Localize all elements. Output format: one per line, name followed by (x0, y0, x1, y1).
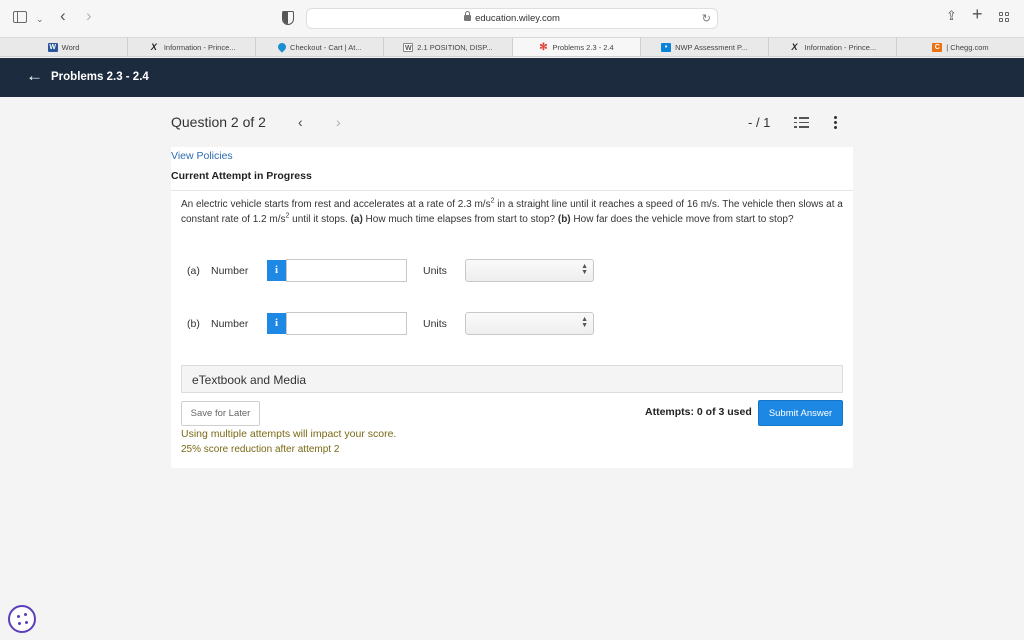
save-for-later-button[interactable]: Save for Later (181, 401, 260, 426)
question-panel: View Policies Current Attempt in Progres… (171, 147, 853, 468)
submit-answer-button[interactable]: Submit Answer (758, 400, 843, 426)
units-select-a[interactable]: ▲ ▼ (465, 259, 594, 282)
answer-label: (a) (187, 265, 200, 277)
tab-label: Checkout - Cart | At... (290, 42, 362, 52)
score-reduction-note: 25% score reduction after attempt 2 (181, 444, 340, 455)
divider (171, 190, 853, 191)
page-title: Problems 2.3 - 2.4 (51, 71, 149, 83)
question-text: An electric vehicle starts from rest and… (181, 197, 846, 227)
answer-row-a: (a) Number i Units ▲ ▼ (187, 259, 687, 282)
select-arrows-icon: ▲ ▼ (581, 263, 588, 276)
tab-label: Information - Prince... (163, 42, 236, 52)
xf-icon: X (150, 41, 157, 52)
info-button[interactable]: i (267, 313, 286, 334)
tab-label: Information - Prince... (804, 42, 877, 52)
tab-problems[interactable]: ✻ Problems 2.3 - 2.4 (512, 38, 641, 56)
back-icon[interactable]: ‹ (60, 7, 66, 24)
new-tab-icon[interactable]: + (972, 5, 983, 23)
tab-word[interactable]: W Word (0, 38, 129, 56)
cookie-settings-icon[interactable] (8, 605, 36, 633)
sidebar-toggle-icon[interactable] (13, 11, 27, 23)
question-text-segment: An electric vehicle starts from rest and… (181, 199, 491, 210)
attempts-warning: Using multiple attempts will impact your… (181, 428, 397, 440)
tab-label: 2.1 POSITION, DISP... (417, 42, 493, 52)
answer-type-label: Number (211, 318, 249, 330)
question-part-label: (a) (350, 214, 363, 225)
reload-icon[interactable]: ↻ (702, 12, 711, 25)
gear-icon: ✻ (539, 41, 548, 53)
nwp-icon: • (661, 42, 672, 52)
question-list-icon[interactable] (794, 116, 809, 129)
answer-type-label: Number (211, 265, 249, 277)
number-input-a[interactable] (286, 259, 407, 282)
question-counter: Question 2 of 2 (171, 114, 266, 130)
question-part-label: (b) (557, 214, 571, 225)
word-icon: W (47, 42, 58, 52)
app-header: ← Problems 2.3 - 2.4 (0, 58, 1024, 97)
tab-overview-icon[interactable] (999, 12, 1010, 23)
number-input-b[interactable] (286, 312, 407, 335)
tab-information-prince[interactable]: X Information - Prince... (128, 38, 257, 56)
chevron-down-icon[interactable]: ⌄ (36, 12, 44, 26)
next-question-icon[interactable]: › (336, 114, 341, 130)
arrow-left-icon[interactable]: ← (26, 67, 43, 84)
answer-row-b: (b) Number i Units ▲ ▼ (187, 312, 687, 335)
previous-question-icon[interactable]: ‹ (298, 114, 303, 130)
question-text-segment: until it stops. (289, 214, 351, 225)
tab-strip: W Word X Information - Prince... Checkout … (0, 37, 1024, 57)
units-label: Units (423, 318, 447, 330)
tab-label: Problems 2.3 - 2.4 (552, 42, 614, 52)
attempt-heading: Current Attempt in Progress (171, 170, 312, 182)
drop-icon (276, 41, 288, 53)
tab-chegg[interactable]: C | Chegg.com (897, 38, 1024, 56)
units-select-b[interactable]: ▲ ▼ (465, 312, 594, 335)
tab-label: | Chegg.com (946, 42, 989, 52)
units-label: Units (423, 265, 447, 277)
forward-icon[interactable]: › (86, 7, 92, 24)
tab-nwp-assessment[interactable]: • NWP Assessment P... (641, 38, 769, 56)
tab-information-prince-2[interactable]: X Information - Prince... (769, 38, 897, 56)
address-text: education.wiley.com (307, 11, 717, 24)
more-options-icon[interactable] (834, 116, 838, 130)
browser-toolbar: ⌄ ‹ › education.wiley.com ↻ ⇪ + (0, 0, 1024, 37)
attempts-counter: Attempts: 0 of 3 used (645, 406, 752, 418)
view-policies-link[interactable]: View Policies (171, 150, 233, 162)
score-display: - / 1 (748, 115, 771, 130)
etextbook-label: eTextbook and Media (192, 373, 307, 387)
w-icon: W (403, 42, 414, 52)
chegg-icon: C (932, 42, 943, 52)
tab-label: NWP Assessment P... (675, 42, 748, 52)
xf-icon: X (791, 41, 798, 52)
question-text-segment: How much time elapses from start to stop… (362, 214, 558, 225)
url-text: education.wiley.com (475, 13, 560, 24)
privacy-shield-icon[interactable] (282, 11, 294, 25)
tab-position-displacement[interactable]: W 2.1 POSITION, DISP... (384, 38, 513, 56)
etextbook-media-section[interactable]: eTextbook and Media (181, 365, 843, 393)
answer-label: (b) (187, 318, 200, 330)
tab-label: Word (61, 42, 80, 52)
share-icon[interactable]: ⇪ (946, 9, 957, 23)
question-text-segment: How far does the vehicle move from start… (570, 214, 794, 225)
info-button[interactable]: i (267, 260, 286, 281)
lock-icon (464, 11, 472, 21)
select-arrows-icon: ▲ ▼ (581, 316, 588, 329)
tab-checkout-cart[interactable]: Checkout - Cart | At... (256, 38, 385, 56)
address-bar[interactable]: education.wiley.com ↻ (306, 8, 718, 29)
